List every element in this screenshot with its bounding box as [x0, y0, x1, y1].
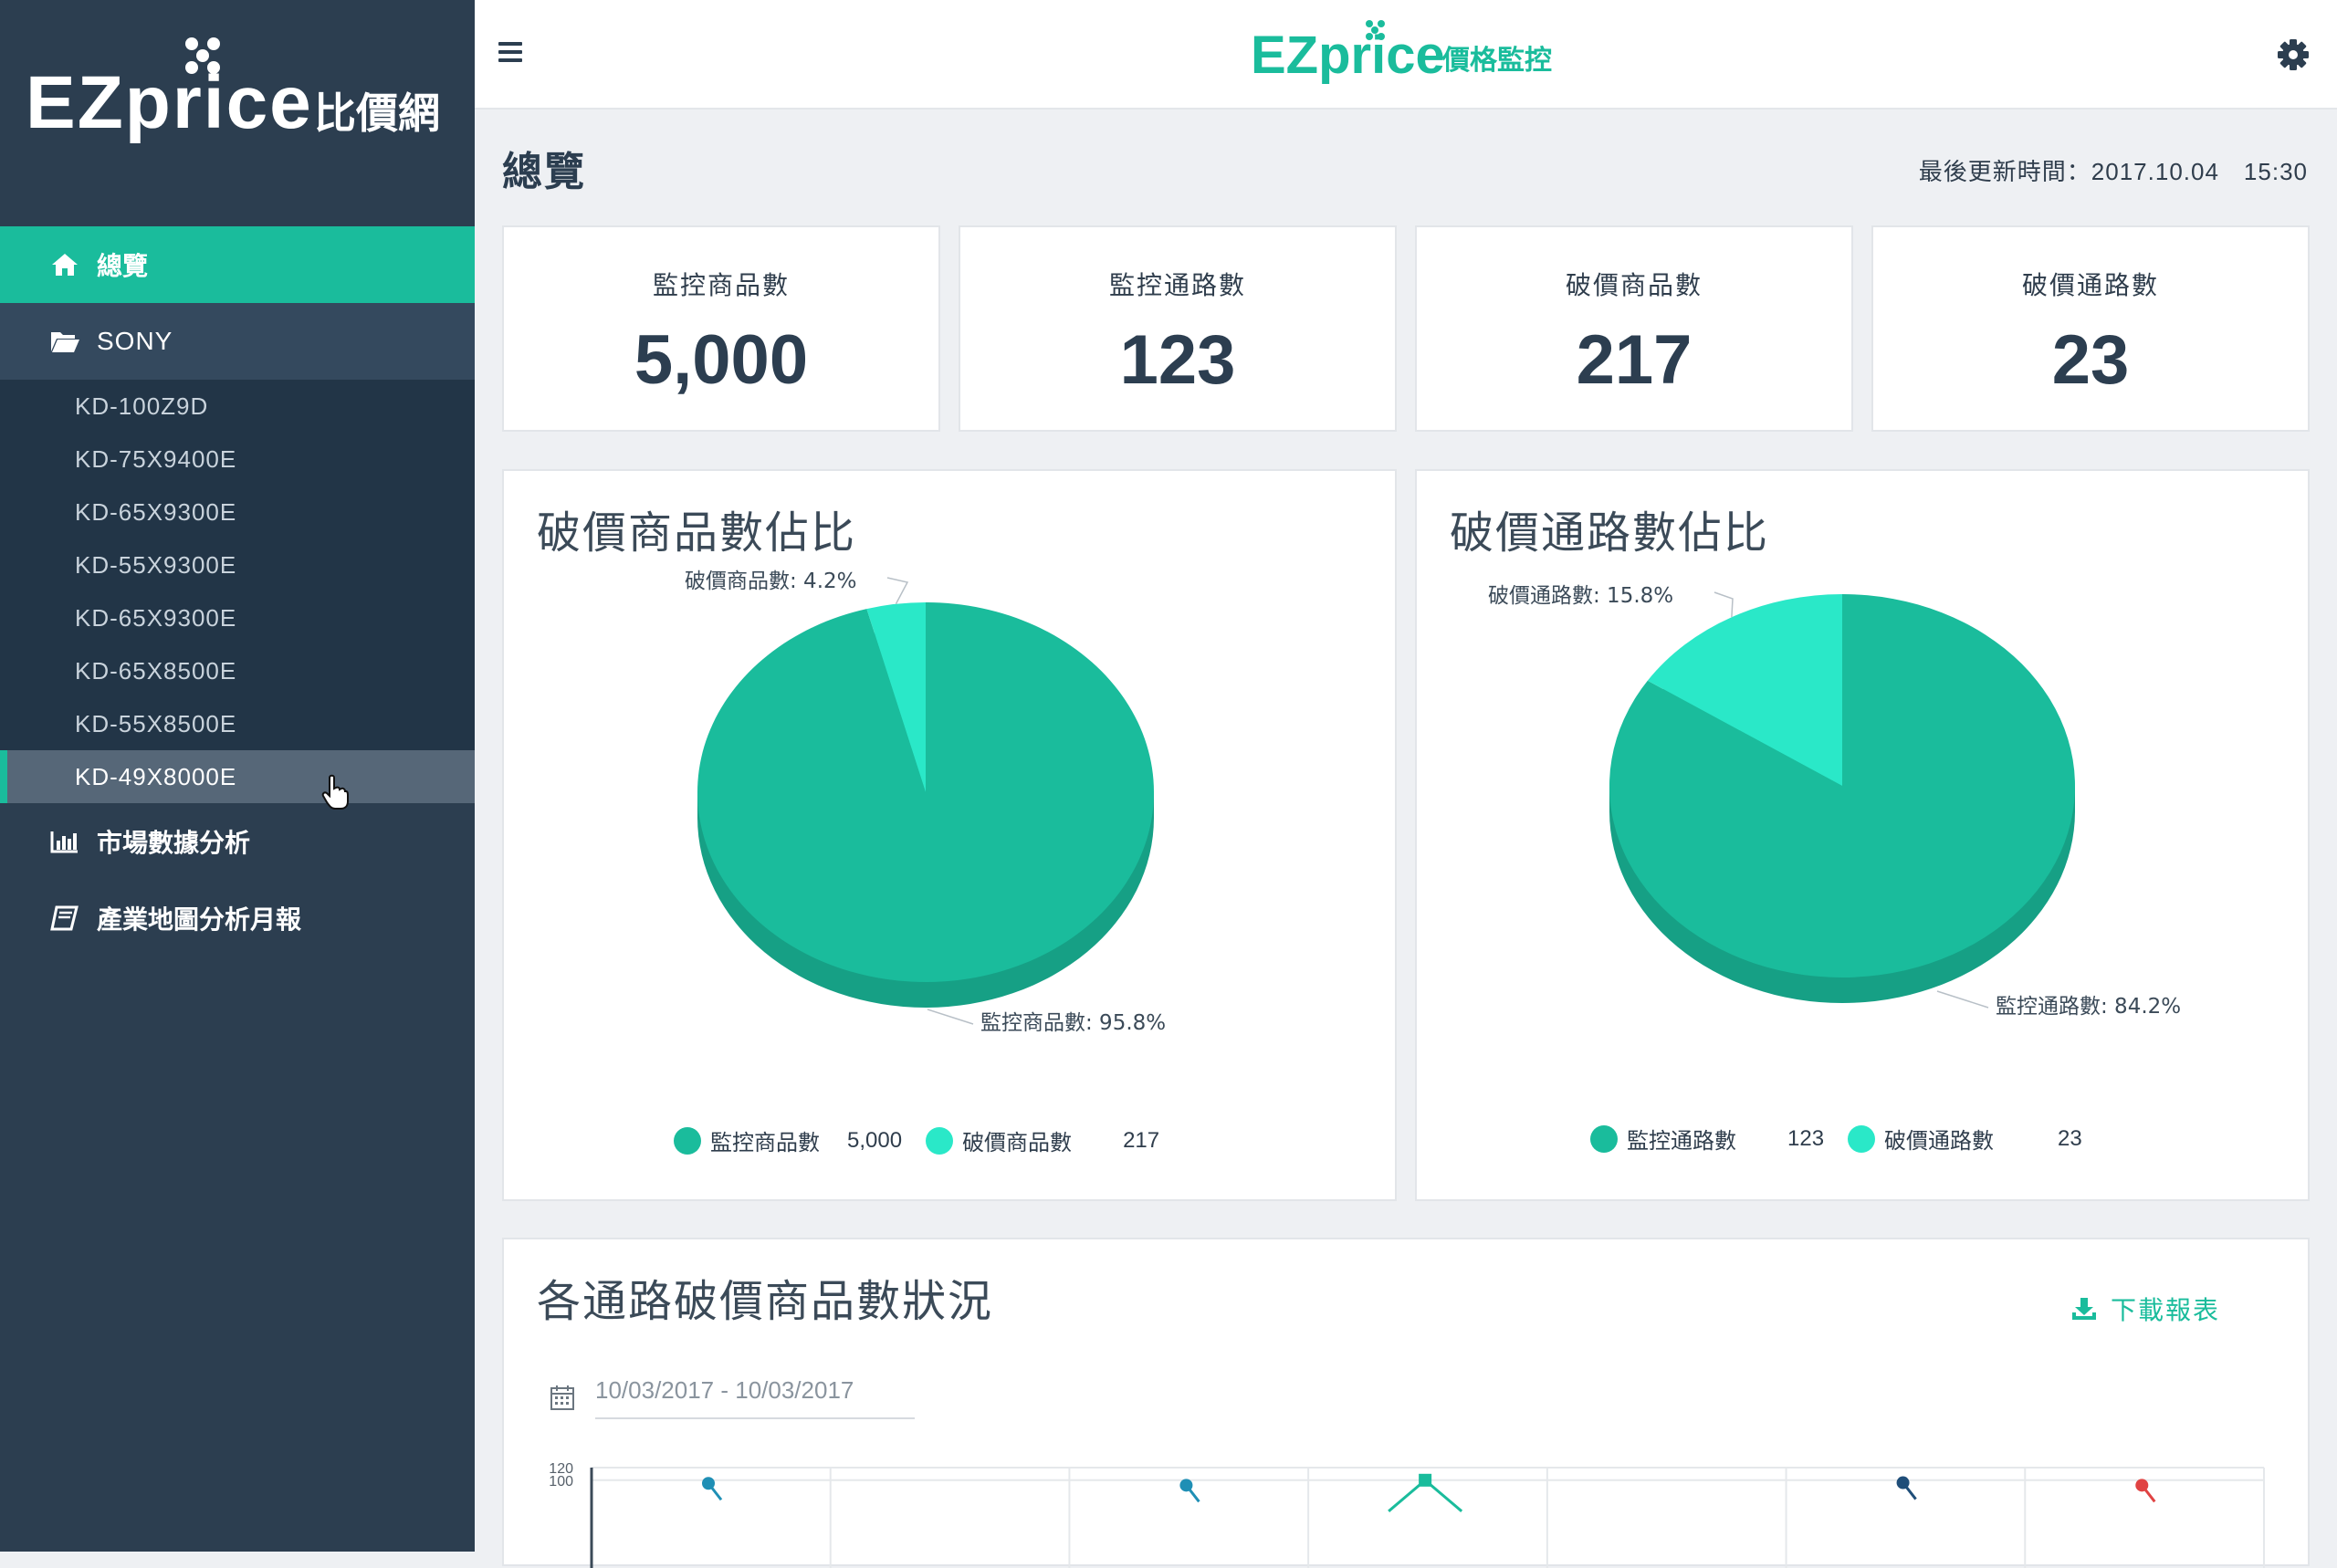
gear-icon[interactable] — [2275, 37, 2311, 73]
legend-value: 5,000 — [847, 1127, 903, 1153]
sony-submenu: KD-100Z9D KD-75X9400E KD-65X9300E KD-55X… — [0, 380, 475, 803]
submenu-item[interactable]: KD-55X9300E — [0, 538, 475, 591]
pie-legend: 監控商品數 5,000 破價商品數 217 — [674, 1124, 1183, 1156]
sidebar-item-overview[interactable]: 總覽 — [0, 226, 475, 303]
download-label: 下載報表 — [2110, 1296, 2220, 1324]
ezprice-monitor-logo: EZprice 價格監控 — [1251, 20, 1552, 85]
sidebar: EZprice 比價網 總覽 SONY KD-100Z9D KD-75X9400… — [0, 0, 475, 1552]
pie-data-label: 監控商品數: 95.8% — [980, 1011, 1166, 1035]
home-icon — [52, 254, 78, 276]
submenu-item[interactable]: KD-65X9300E — [0, 486, 475, 538]
book-icon — [50, 905, 79, 931]
legend-label[interactable]: 破價通路數 — [1884, 1123, 1994, 1155]
line-chart: 120100 — [549, 1461, 2265, 1568]
submenu-item[interactable]: KD-100Z9D — [0, 380, 475, 433]
hand-cursor-icon — [321, 774, 349, 810]
leader-line — [886, 577, 909, 605]
leader-line — [927, 1009, 974, 1025]
pie-panel-products: 破價商品數佔比 破價商品數: 4.2% 監控商品數: 95.8% 監控商品數 5,… — [502, 469, 1397, 1201]
svg-text:價格監控: 價格監控 — [1441, 45, 1552, 77]
sidebar-item-label: 產業地圖分析月報 — [97, 905, 302, 934]
menu-toggle-icon[interactable] — [498, 42, 522, 64]
page-title: 總覽 — [502, 150, 586, 194]
legend-label[interactable]: 監控通路數 — [1627, 1123, 1736, 1155]
legend-dot — [1848, 1124, 1876, 1153]
download-report-button[interactable]: 下載報表 — [2070, 1291, 2220, 1327]
pie-panel-channels: 破價通路數佔比 破價通路數: 15.8% 監控通路數: 84.2% 監控通路數 1… — [1415, 469, 2310, 1201]
brand-logo[interactable]: EZprice 比價網 — [0, 0, 475, 226]
topbar: EZprice 價格監控 — [475, 0, 2337, 110]
pie-chart-channels: 破價通路數: 15.8% 監控通路數: 84.2% — [1488, 584, 2181, 1019]
submenu-item[interactable]: KD-65X9300E — [0, 591, 475, 644]
sidebar-item-monthly-report[interactable]: 產業地圖分析月報 — [0, 880, 475, 956]
sidebar-item-sony[interactable]: SONY — [0, 303, 475, 380]
panel-title: 各通路破價商品數狀況 — [537, 1278, 994, 1326]
pie-data-label: 破價通路數: 15.8% — [1488, 584, 1673, 608]
date-range-value: 10/03/2017 - 10/03/2017 — [595, 1376, 915, 1419]
leader-line — [1713, 591, 1734, 618]
data-point[interactable] — [1896, 1476, 1910, 1490]
legend-value: 23 — [2058, 1125, 2082, 1151]
data-point[interactable] — [1179, 1479, 1193, 1492]
stat-value: 5,000 — [634, 321, 809, 399]
y-tick-label: 100 — [549, 1474, 573, 1490]
stat-card-monitored-products: 監控商品數 5,000 — [502, 225, 940, 432]
data-point[interactable] — [1419, 1473, 1432, 1487]
date-range-picker[interactable]: 10/03/2017 - 10/03/2017 — [550, 1375, 933, 1420]
stat-label: 監控商品數 — [652, 271, 790, 299]
last-updated-text: 最後更新時間：2017.10.04 15:30 — [1918, 158, 2308, 185]
stat-card-price-break-channels: 破價通路數 23 — [1871, 225, 2310, 432]
legend-dot — [1590, 1124, 1618, 1153]
pie-legend: 監控通路數 123 破價通路數 23 — [1590, 1123, 2106, 1155]
sidebar-item-market-analysis[interactable]: 市場數據分析 — [0, 803, 475, 880]
legend-dot — [926, 1126, 954, 1155]
data-point[interactable] — [2135, 1479, 2149, 1492]
legend-label[interactable]: 破價商品數 — [962, 1124, 1072, 1156]
submenu-item[interactable]: KD-65X8500E — [0, 644, 475, 697]
stat-value: 23 — [2051, 321, 2130, 399]
stat-value: 123 — [1119, 321, 1236, 399]
stat-label: 破價通路數 — [2021, 271, 2159, 299]
sidebar-item-label: 總覽 — [97, 252, 149, 280]
pie-data-label: 破價商品數: 4.2% — [685, 570, 857, 593]
submenu-item[interactable]: KD-75X9400E — [0, 433, 475, 486]
stat-card-monitored-channels: 監控通路數 123 — [959, 225, 1397, 432]
leader-line — [1936, 990, 1989, 1009]
download-icon — [2071, 1298, 2096, 1320]
legend-label[interactable]: 監控商品數 — [710, 1124, 820, 1156]
pie-data-label: 監控通路數: 84.2% — [1996, 995, 2181, 1019]
data-point[interactable] — [702, 1477, 715, 1490]
folder-open-icon — [51, 332, 79, 352]
sidebar-item-label: 市場數據分析 — [97, 829, 251, 857]
sidebar-item-label: SONY — [97, 327, 173, 355]
stat-label: 監控通路數 — [1108, 271, 1246, 299]
stat-label: 破價商品數 — [1565, 271, 1703, 299]
submenu-item-active[interactable]: KD-49X8000E — [0, 750, 475, 803]
stat-value: 217 — [1576, 321, 1692, 399]
svg-text:EZprice: EZprice — [1251, 26, 1445, 85]
bar-chart-icon — [50, 831, 78, 853]
submenu-item[interactable]: KD-55X8500E — [0, 697, 475, 750]
ezprice-logo: EZprice 比價網 — [26, 37, 440, 144]
legend-value: 217 — [1123, 1127, 1160, 1153]
legend-value: 123 — [1787, 1125, 1825, 1151]
pie-chart-products: 破價商品數: 4.2% 監控商品數: 95.8% — [685, 570, 1166, 1035]
stat-card-price-break-products: 破價商品數 217 — [1415, 225, 1853, 432]
svg-text:EZprice: EZprice — [26, 61, 313, 144]
calendar-icon — [550, 1385, 574, 1410]
channel-status-panel: 各通路破價商品數狀況 下載報表 10/03/2017 - 10/03/2017 … — [502, 1238, 2310, 1568]
legend-dot — [674, 1126, 701, 1155]
svg-text:比價網: 比價網 — [314, 89, 440, 138]
